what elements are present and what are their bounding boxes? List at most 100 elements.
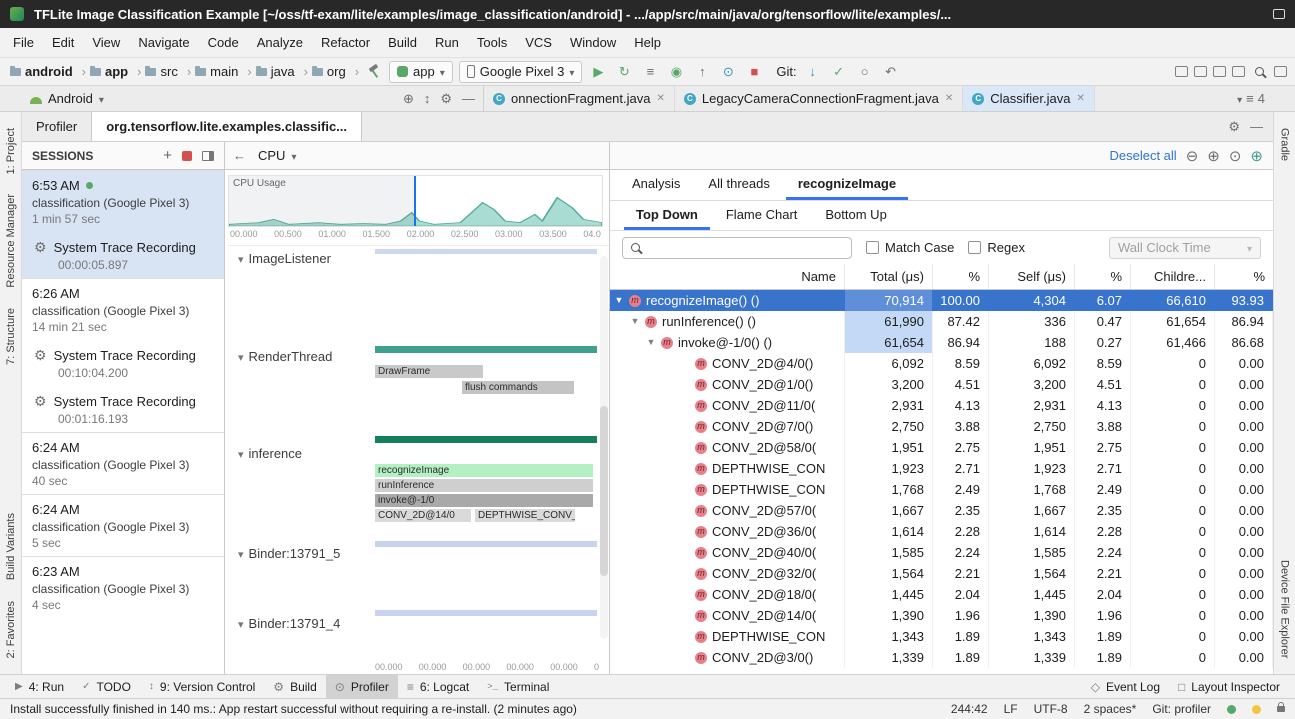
trace-span[interactable]: DEPTHWISE_CONV_... (475, 509, 575, 522)
session-list-item[interactable]: 6:26 AM classification (Google Pixel 3) … (22, 278, 224, 340)
column-header[interactable]: Total (μs) (845, 264, 933, 289)
git-history-icon[interactable] (855, 62, 875, 82)
stage-selector-dropdown[interactable]: CPU (258, 148, 296, 163)
table-row[interactable]: CONV_2D@4/0() 6,092 8.59 6,092 8.59 0 0.… (610, 353, 1273, 374)
menu-item[interactable]: Build (379, 31, 426, 54)
expand-collapse-icon[interactable] (424, 91, 431, 107)
run-button[interactable] (588, 62, 608, 82)
analysis-subtab[interactable]: Top Down (624, 201, 710, 230)
thread-row-imagelistener[interactable]: ImageListener (238, 251, 331, 266)
status-smiley-icon[interactable] (1252, 705, 1261, 714)
regex-option[interactable]: Regex (968, 240, 1025, 255)
table-row[interactable]: CONV_2D@58/0( 1,951 2.75 1,951 2.75 0 0.… (610, 437, 1273, 458)
profiler-window-label[interactable]: Profiler (22, 112, 91, 141)
run-dashboard-icon[interactable] (640, 62, 660, 82)
tool-stripe-button[interactable]: Resource Manager (5, 194, 17, 288)
session-list-item[interactable]: 6:24 AM classification (Google Pixel 3) … (22, 494, 224, 556)
zoom-in-icon[interactable] (1207, 147, 1220, 165)
git-commit-icon[interactable] (829, 62, 849, 82)
table-row[interactable]: ▼ invoke@-1/0() () 61,654 86.94 188 0.27… (610, 332, 1273, 353)
tool-window-button[interactable]: TODO (73, 675, 140, 698)
status-widget[interactable]: 2 spaces* (1084, 702, 1137, 716)
reset-zoom-icon[interactable] (1229, 147, 1242, 165)
breadcrumb-item[interactable]: app (88, 64, 143, 79)
tool-stripe-button[interactable]: 2: Favorites (5, 601, 17, 658)
thread-row-binder4[interactable]: Binder:13791_4 (238, 616, 340, 631)
breadcrumb-item[interactable]: java (254, 64, 310, 79)
tool-window-button[interactable]: 9: Version Control (140, 675, 264, 698)
trace-span-selected[interactable]: recognizeImage (375, 464, 593, 477)
thread-row-binder5[interactable]: Binder:13791_5 (238, 546, 340, 561)
search-everywhere-icon[interactable] (1255, 67, 1264, 76)
add-session-icon[interactable] (163, 147, 172, 164)
gear-icon[interactable] (440, 91, 452, 107)
gear-icon[interactable] (1228, 119, 1240, 135)
minimize-icon[interactable] (462, 91, 475, 107)
device-dropdown[interactable]: Google Pixel 3 (459, 61, 583, 83)
table-row[interactable]: CONV_2D@14/0( 1,390 1.96 1,390 1.96 0 0.… (610, 605, 1273, 626)
emulator-icon[interactable] (1194, 66, 1207, 77)
status-widget[interactable]: Git: profiler (1152, 702, 1211, 716)
breadcrumb-item[interactable]: org (310, 64, 361, 79)
column-header[interactable]: % (1215, 264, 1273, 289)
build-hammer-icon[interactable] (367, 62, 383, 82)
sdk-manager-icon[interactable] (1213, 66, 1226, 77)
table-row[interactable]: CONV_2D@36/0( 1,614 2.28 1,614 2.28 0 0.… (610, 521, 1273, 542)
session-list-item[interactable]: System Trace Recording 00:01:16.193 (22, 386, 224, 432)
avd-manager-icon[interactable] (1232, 66, 1245, 77)
minimize-icon[interactable] (1250, 119, 1263, 134)
table-row[interactable]: ▼ recognizeImage() () 70,914 100.00 4,30… (610, 290, 1273, 311)
run-config-dropdown[interactable]: app (389, 61, 453, 83)
editor-tab[interactable]: LegacyCameraConnectionFragment.java (675, 86, 963, 111)
menu-item[interactable]: VCS (516, 31, 561, 54)
tool-window-button[interactable]: 4: Run (6, 675, 73, 698)
menu-item[interactable]: Window (561, 31, 625, 54)
trace-span[interactable]: flush commands (462, 381, 574, 394)
table-row[interactable]: DEPTHWISE_CON 1,768 2.49 1,768 2.49 0 0.… (610, 479, 1273, 500)
status-green-icon[interactable] (1227, 705, 1236, 714)
expand-arrow-icon[interactable]: ▼ (614, 290, 624, 311)
status-widget[interactable]: 244:42 (951, 702, 988, 716)
trace-span[interactable]: invoke@-1/0 (375, 494, 593, 507)
table-row[interactable]: CONV_2D@40/0( 1,585 2.24 1,585 2.24 0 0.… (610, 542, 1273, 563)
close-icon[interactable] (945, 93, 953, 104)
close-icon[interactable] (656, 93, 664, 104)
tool-stripe-button[interactable]: Build Variants (5, 513, 17, 580)
menu-item[interactable]: Run (426, 31, 468, 54)
thread-timeline[interactable]: ImageListener RenderThread inference Bin… (228, 245, 609, 659)
regex-checkbox[interactable] (968, 241, 981, 254)
editor-tab[interactable]: onnectionFragment.java (484, 86, 675, 111)
tool-window-button[interactable]: Profiler (326, 675, 398, 698)
menu-item[interactable]: Help (625, 31, 670, 54)
menu-item[interactable]: Refactor (312, 31, 379, 54)
stop-button[interactable] (744, 62, 764, 82)
thread-row-renderthread[interactable]: RenderThread (238, 349, 332, 364)
thread-row-inference[interactable]: inference (238, 446, 302, 461)
table-row[interactable]: DEPTHWISE_CON 1,923 2.71 1,923 2.71 0 0.… (610, 458, 1273, 479)
status-widget[interactable]: LF (1004, 702, 1018, 716)
column-header[interactable]: % (933, 264, 989, 289)
lock-icon[interactable] (1277, 706, 1285, 712)
git-rollback-icon[interactable] (881, 62, 901, 82)
table-row[interactable]: CONV_2D@3/0() 1,339 1.89 1,339 1.89 0 0.… (610, 647, 1273, 668)
match-case-checkbox[interactable] (866, 241, 879, 254)
menu-item[interactable]: File (4, 31, 43, 54)
menu-item[interactable]: Code (199, 31, 248, 54)
apply-code-changes-button[interactable] (692, 62, 712, 82)
zoom-to-selection-icon[interactable] (1250, 147, 1263, 165)
column-header[interactable]: Name (610, 264, 845, 289)
session-list-item[interactable]: 6:53 AM classification (Google Pixel 3) … (22, 170, 224, 232)
tool-window-button[interactable]: Terminal (478, 675, 558, 698)
trace-span[interactable]: DrawFrame (375, 365, 483, 378)
back-icon[interactable] (233, 148, 246, 163)
table-row[interactable]: DEPTHWISE_CON 1,343 1.89 1,343 1.89 0 0.… (610, 626, 1273, 647)
close-icon[interactable] (1076, 93, 1084, 104)
trace-span[interactable]: CONV_2D@14/0 (375, 509, 471, 522)
tool-stripe-button[interactable]: 7: Structure (5, 308, 17, 365)
table-row[interactable]: CONV_2D@57/0( 1,667 2.35 1,667 2.35 0 0.… (610, 500, 1273, 521)
editor-tab[interactable]: Classifier.java (963, 86, 1095, 111)
table-row[interactable]: CONV_2D@1/0() 3,200 4.51 3,200 4.51 0 0.… (610, 374, 1273, 395)
locate-file-icon[interactable] (403, 91, 414, 107)
screenshot-icon[interactable] (1273, 9, 1285, 19)
chevron-down-icon[interactable] (99, 91, 104, 106)
